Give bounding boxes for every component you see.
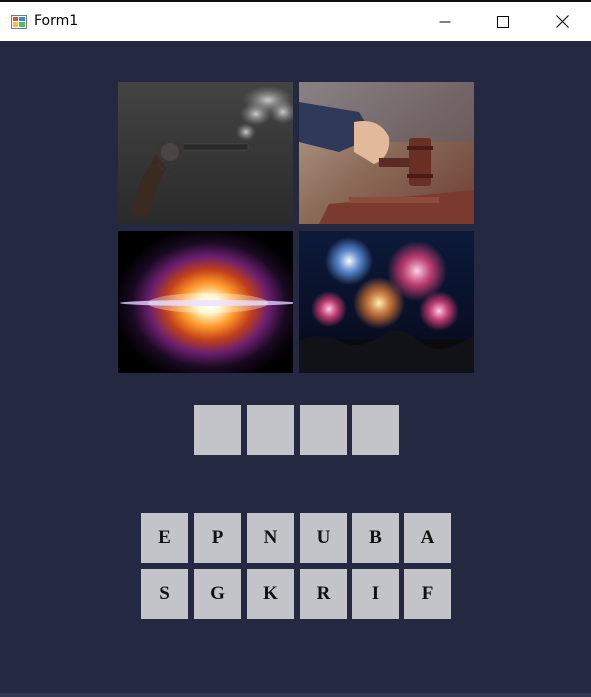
letter-tile[interactable]: B [352,513,399,563]
letter-tile[interactable]: E [141,513,188,563]
letter-tile[interactable]: I [352,569,399,619]
letter-tile[interactable]: F [404,569,451,619]
letter-tile[interactable]: A [404,513,451,563]
letter-tile[interactable]: R [300,569,347,619]
answer-slot[interactable] [194,405,241,455]
letter-tile[interactable]: K [247,569,294,619]
window-title: Form1 [34,13,79,29]
gavel-picture [299,82,474,224]
maximize-icon [497,15,509,28]
letter-tile[interactable]: N [247,513,294,563]
close-button[interactable] [533,2,591,41]
title-bar[interactable]: Form1 [0,2,591,41]
letter-tile[interactable]: S [141,569,188,619]
close-icon [555,15,569,28]
answer-slot[interactable] [352,405,399,455]
minimize-icon [439,21,451,22]
letter-tile[interactable]: G [194,569,241,619]
minimize-button[interactable] [416,2,474,41]
form-client-area [0,41,591,693]
answer-slot[interactable] [300,405,347,455]
revolver-picture [118,82,293,224]
answer-slot[interactable] [247,405,294,455]
explosion-picture [118,231,293,373]
maximize-button[interactable] [474,2,532,41]
app-icon [11,15,27,29]
letter-tile[interactable]: P [194,513,241,563]
fireworks-picture [299,231,474,373]
window-bottom-border [0,693,591,697]
letter-tile[interactable]: U [300,513,347,563]
